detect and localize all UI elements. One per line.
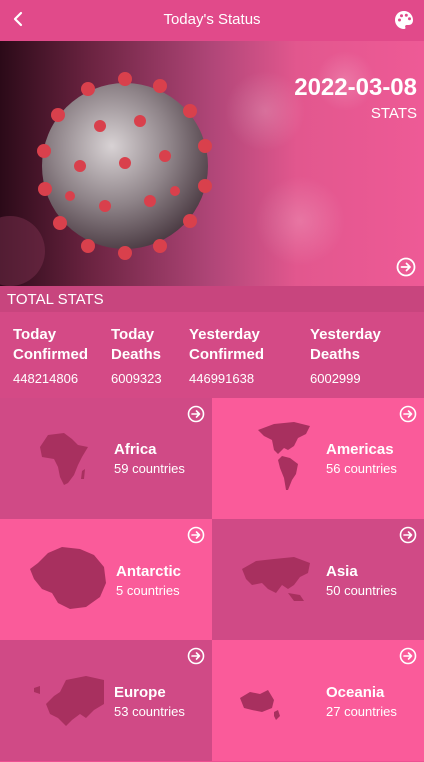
continent-name: Americas <box>326 441 394 458</box>
continent-count: 27 countries <box>326 704 397 719</box>
africa-map-icon <box>40 433 88 485</box>
arrow-circle-right-icon[interactable] <box>187 405 205 423</box>
section-title: TOTAL STATS <box>7 291 104 308</box>
continent-tile-europe[interactable]: Europe 53 countries <box>0 640 212 761</box>
continent-tile-asia[interactable]: Asia 50 countries <box>212 519 424 640</box>
stat-label: Yesterday Deaths <box>310 326 381 363</box>
arrow-circle-right-icon[interactable] <box>399 405 417 423</box>
americas-map-icon <box>258 422 310 454</box>
arrow-circle-right-icon[interactable] <box>187 647 205 665</box>
stat-yesterday-deaths: Yesterday Deaths 6002999 <box>310 325 381 386</box>
stat-today-deaths: Today Deaths 6009323 <box>111 325 162 386</box>
continent-tile-africa[interactable]: Africa 59 countries <box>0 398 212 519</box>
arrow-circle-right-icon[interactable] <box>399 647 417 665</box>
oceania-map-icon <box>240 690 280 720</box>
continent-tile-oceania[interactable]: Oceania 27 countries <box>212 640 424 761</box>
continent-name: Europe <box>114 684 166 701</box>
stat-value: 6002999 <box>310 371 361 386</box>
stat-label: Today Confirmed <box>13 326 88 363</box>
stat-value: 448214806 <box>13 371 79 386</box>
continent-name: Asia <box>326 563 358 580</box>
total-stats-panel: Today Confirmed 448214806 Today Deaths 600… <box>0 312 424 398</box>
continent-name: Africa <box>114 441 157 458</box>
palette-icon[interactable] <box>393 9 415 31</box>
antarctica-map-icon <box>30 547 106 609</box>
continent-count: 5 countries <box>116 583 180 598</box>
hero-banner[interactable]: 2022-03-08 STATS <box>0 41 424 286</box>
arrow-circle-right-icon[interactable] <box>399 526 417 544</box>
total-stats-header: TOTAL STATS <box>0 286 424 312</box>
continent-name: Oceania <box>326 684 385 701</box>
stat-value: 6009323 <box>111 371 162 386</box>
stat-label: Yesterday Confirmed <box>189 326 264 363</box>
continent-tile-antarctic[interactable]: Antarctic 5 countries <box>0 519 212 640</box>
continent-count: 56 countries <box>326 461 397 476</box>
stat-label: Today Deaths <box>111 326 162 363</box>
hero-date: 2022-03-08 <box>294 74 417 101</box>
continent-count: 53 countries <box>114 704 185 719</box>
continent-name: Antarctic <box>116 563 182 580</box>
hero-subtitle: STATS <box>370 105 417 122</box>
stat-value: 446991638 <box>189 371 255 386</box>
stat-yesterday-confirmed: Yesterday Confirmed 446991638 <box>189 325 264 386</box>
europe-map-icon <box>34 676 104 726</box>
continent-count: 59 countries <box>114 461 185 476</box>
stat-today-confirmed: Today Confirmed 448214806 <box>13 325 88 386</box>
continent-tile-americas[interactable]: Americas 56 countries <box>212 398 424 519</box>
asia-map-icon <box>242 557 310 601</box>
arrow-circle-right-icon[interactable] <box>187 526 205 544</box>
page-title: Today's Status <box>163 11 261 28</box>
app-bar: Today's Status <box>0 0 424 41</box>
continent-count: 50 countries <box>326 583 397 598</box>
arrow-circle-right-icon[interactable] <box>396 257 416 277</box>
